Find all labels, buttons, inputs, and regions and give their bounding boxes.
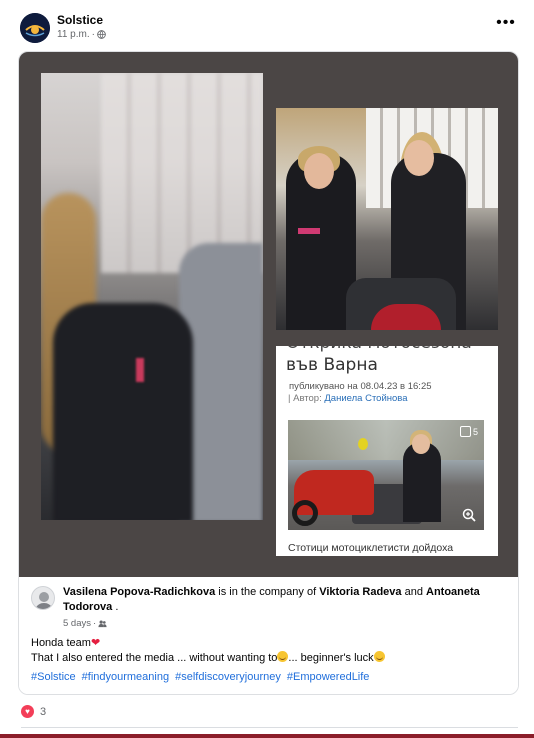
shared-post-time: 5 days · — [63, 618, 107, 629]
gallery-icon — [459, 426, 471, 437]
hashtag-link[interactable]: #selfdiscoveryjourney — [175, 671, 281, 683]
post-timestamp[interactable]: 11 p.m. — [57, 29, 90, 40]
author-photo-icon — [32, 587, 54, 609]
solstice-logo-icon — [20, 13, 50, 43]
smile-emoji-icon — [373, 651, 385, 662]
tagline: Vasilena Popova-Radichkova is in the com… — [63, 586, 480, 613]
hashtag-link[interactable]: #EmpoweredLife — [287, 671, 370, 683]
article-title-line1: Открика мотосезона — [286, 346, 472, 354]
reaction-summary[interactable]: ♥ 3 — [21, 705, 46, 718]
post-card: Solstice 11 p.m. · ••• във Варна публику… — [0, 0, 534, 738]
globe-icon — [97, 30, 106, 39]
love-reaction-icon: ♥ — [21, 705, 34, 718]
accent-bar — [0, 734, 534, 738]
heart-emoji-icon: ❤ — [90, 637, 101, 649]
author-name-link[interactable]: Vasilena Popova-Radichkova — [63, 586, 215, 598]
hashtag-link[interactable]: #findyourmeaning — [82, 671, 169, 683]
gallery-count-badge: 5 — [459, 426, 478, 437]
post-meta: 11 p.m. · — [57, 29, 106, 40]
divider — [21, 727, 518, 728]
shared-post-card[interactable]: Открика мотосезона във Варна публикувано… — [18, 51, 519, 695]
article-photo[interactable]: 5 — [288, 420, 484, 530]
article-title: Открика мотосезона във Варна — [286, 346, 472, 376]
reaction-count: 3 — [40, 705, 47, 718]
photo-two-riders[interactable] — [276, 108, 498, 330]
post-text-line1: Honda team❤ — [31, 637, 101, 649]
page-avatar[interactable] — [20, 13, 50, 43]
article-author-line: | Автор: Даниела Стойнова — [288, 393, 408, 404]
more-options-icon[interactable]: ••• — [494, 15, 518, 33]
zoom-icon[interactable] — [462, 508, 476, 522]
article-published: публикувано на 08.04.23 в 16:25 — [289, 381, 432, 392]
post-text: Honda team❤ That I also entered the medi… — [31, 636, 385, 666]
author-avatar[interactable] — [31, 586, 55, 610]
article-title-line2: във Варна — [286, 355, 378, 375]
photo-riders-closeup[interactable] — [41, 73, 263, 520]
hashtag-link[interactable]: #Solstice — [31, 671, 76, 683]
hashtag-list: #Solstice #findyourmeaning #selfdiscover… — [31, 671, 369, 683]
page-name-link[interactable]: Solstice — [57, 13, 103, 27]
article-author[interactable]: Даниела Стойнова — [324, 393, 407, 404]
post-header: Solstice 11 p.m. · ••• — [20, 13, 520, 45]
tagged-user-1[interactable]: Viktoria Radeva — [319, 586, 401, 598]
media-collage[interactable]: Открика мотосезона във Варна публикувано… — [19, 52, 518, 577]
friends-icon — [98, 620, 107, 628]
post-text-line2: That I also entered the media ... withou… — [31, 651, 385, 666]
grin-emoji-icon — [277, 651, 289, 662]
article-screenshot[interactable]: Открика мотосезона във Варна публикувано… — [276, 346, 498, 556]
article-excerpt: Стотици мотоциклетисти дойдоха — [288, 542, 454, 554]
shared-post-caption: Vasilena Popova-Radichkova is in the com… — [19, 577, 518, 694]
